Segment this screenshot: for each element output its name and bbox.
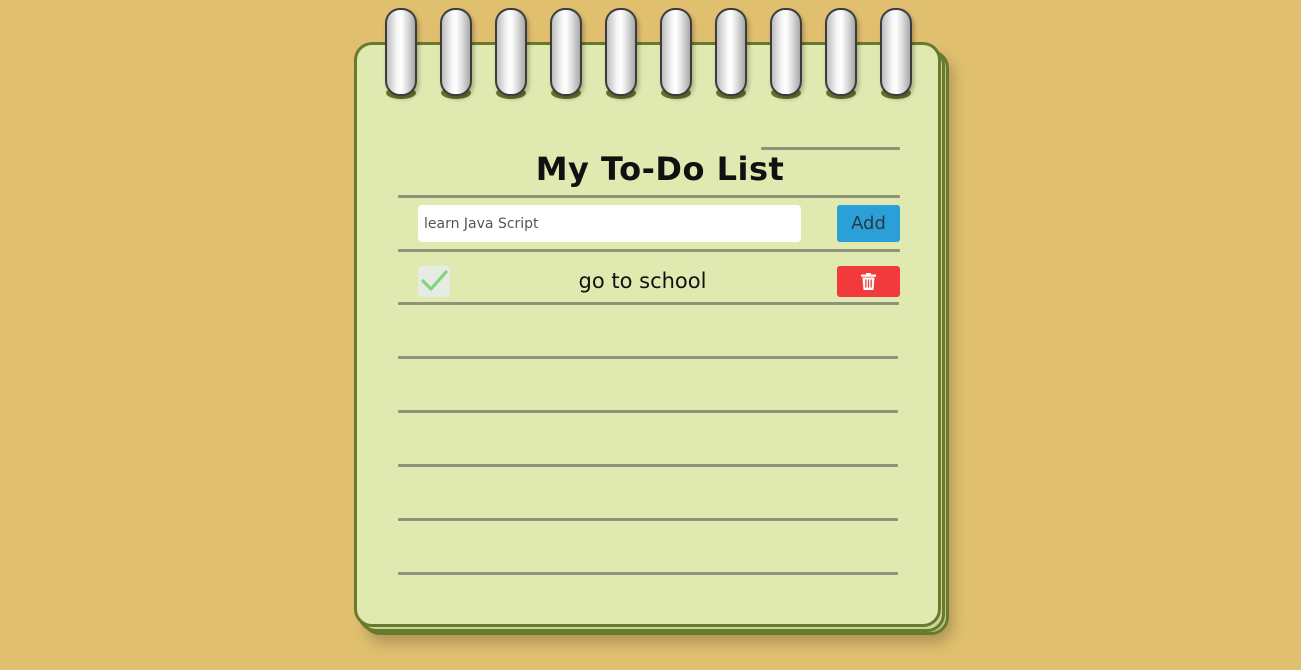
delete-task-button[interactable]: [837, 266, 900, 297]
ruled-line: [398, 410, 898, 413]
check-icon: [421, 270, 448, 291]
ruled-line: [398, 464, 898, 467]
new-task-input[interactable]: [418, 205, 801, 242]
spiral-ring: [660, 8, 692, 96]
page-title: My To-Do List: [535, 150, 785, 188]
spiral-ring: [385, 8, 417, 96]
add-task-button[interactable]: Add: [837, 205, 900, 242]
spiral-ring: [605, 8, 637, 96]
spiral-ring: [880, 8, 912, 96]
ruled-line: [398, 356, 898, 359]
spiral-ring: [715, 8, 747, 96]
ruled-line: [398, 195, 900, 198]
ruled-line: [398, 518, 898, 521]
trash-icon: [861, 273, 876, 290]
ruled-line: [398, 302, 899, 305]
ruled-line: [398, 572, 898, 575]
notebook-page: [354, 42, 941, 627]
spiral-ring: [440, 8, 472, 96]
app-stage: My To-Do List Add go to school: [0, 0, 1301, 670]
spiral-ring: [550, 8, 582, 96]
task-complete-checkbox[interactable]: [418, 266, 450, 297]
ruled-line: [398, 249, 900, 252]
spiral-ring: [825, 8, 857, 96]
spiral-ring: [770, 8, 802, 96]
spiral-ring: [495, 8, 527, 96]
task-text: go to school: [578, 269, 707, 293]
